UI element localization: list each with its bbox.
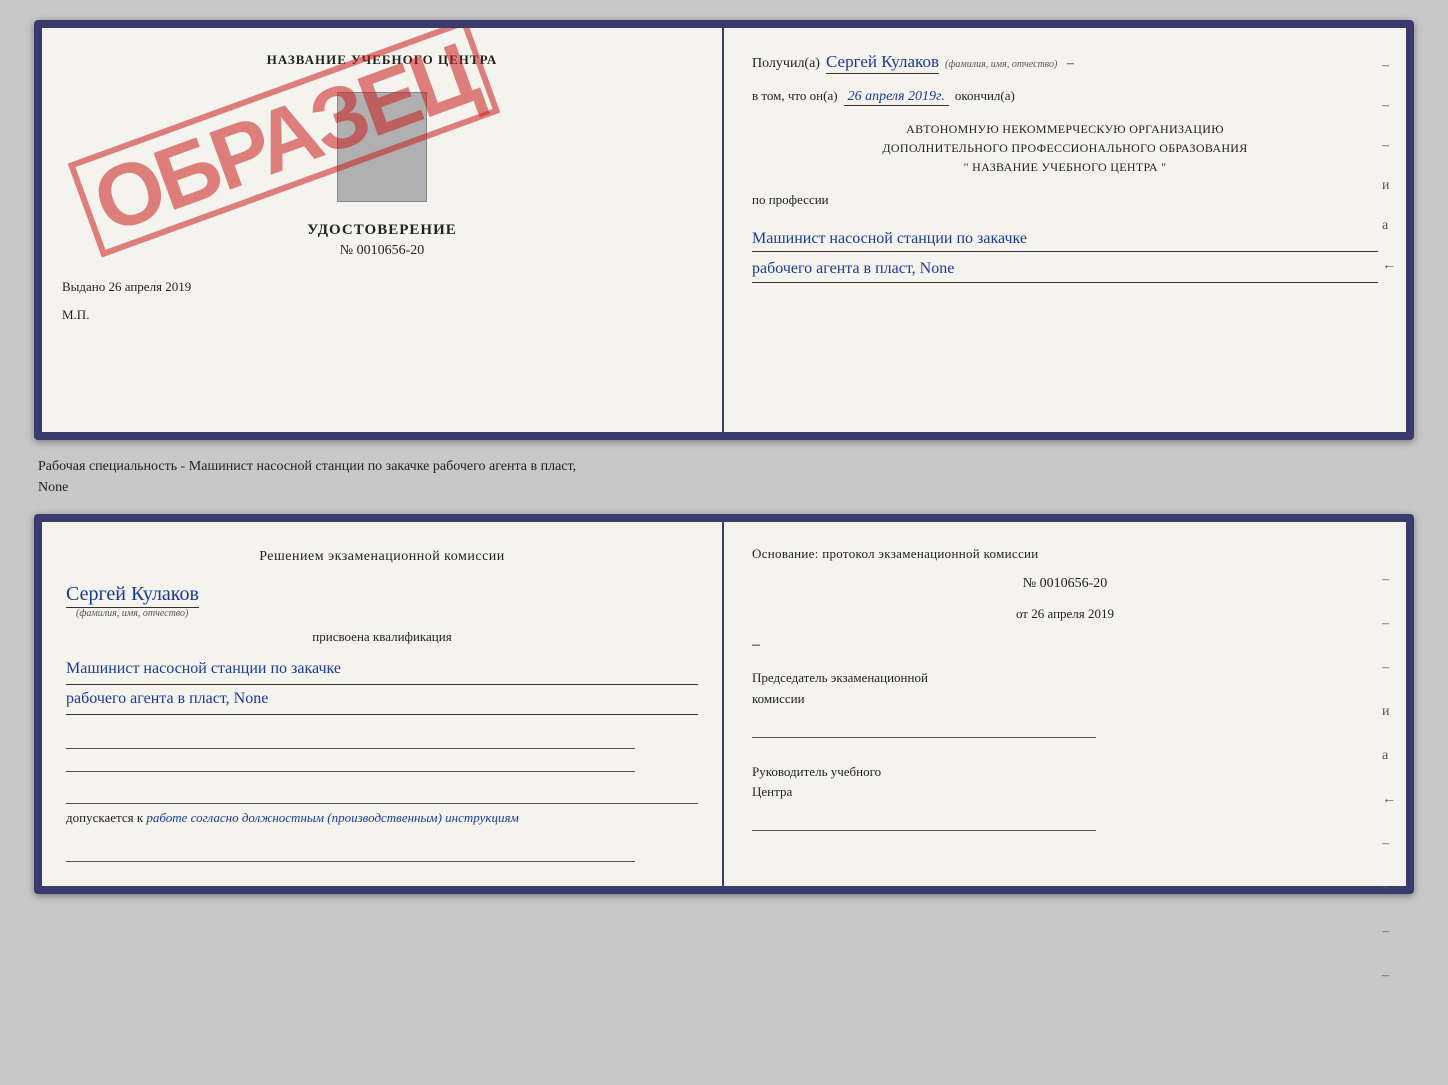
profession-line2: рабочего агента в пласт, None: [752, 256, 1378, 283]
photo-placeholder: [337, 92, 427, 202]
poluchil-subtitle: (фамилия, имя, отчество): [945, 59, 1057, 70]
predsedatel-line2: комиссии: [752, 689, 1378, 710]
protocol-number: № 0010656-20: [752, 576, 1378, 592]
blank-line-3: [66, 842, 635, 862]
rukovoditel-line2: Центра: [752, 782, 1378, 803]
vtom-date: 26 апреля 2019г.: [844, 89, 949, 106]
blank-line-1: [66, 729, 635, 749]
blank-lines: [66, 729, 698, 772]
right-dashes-bottom: – – – и а ← – – – –: [1382, 572, 1396, 984]
kvali-line1: Машинист насосной станции по закачке: [66, 655, 698, 685]
rukovoditel-line1: Руководитель учебного: [752, 762, 1378, 783]
reshen-text: Решением экзаменационной комиссии: [66, 546, 698, 567]
mp-line: М.П.: [62, 307, 89, 323]
org-line1: АВТОНОМНУЮ НЕКОММЕРЧЕСКУЮ ОРГАНИЗАЦИЮ: [752, 120, 1378, 139]
bottom-document: Решением экзаменационной комиссии Сергей…: [34, 514, 1414, 894]
bchar-i: и: [1382, 704, 1396, 720]
bottom-right-panel: Основание: протокол экзаменационной коми…: [724, 522, 1406, 886]
bottom-left-panel: Решением экзаменационной комиссии Сергей…: [42, 522, 724, 886]
dash-separator-bottom: –: [752, 636, 1378, 654]
middle-line1: Рабочая специальность - Машинист насосно…: [38, 459, 576, 474]
bdash-5: –: [1382, 880, 1396, 896]
poluchil-line: Получил(а) Сергей Кулаков (фамилия, имя,…: [752, 52, 1378, 74]
vtom-line: в том, что он(а) 26 апреля 2019г. окончи…: [752, 88, 1378, 106]
blank-line-2: [66, 752, 635, 772]
bdash-7: –: [1382, 968, 1396, 984]
osnovanie-text: Основание: протокол экзаменационной коми…: [752, 546, 1378, 562]
char-a: а: [1382, 218, 1396, 234]
vydano-line: Выдано 26 апреля 2019: [62, 279, 191, 303]
dopuskaetsya-block: допускается к работе согласно должностны…: [66, 803, 698, 826]
kvali-line2: рабочего агента в пласт, None: [66, 685, 698, 715]
org-line3: " НАЗВАНИЕ УЧЕБНОГО ЦЕНТРА ": [752, 158, 1378, 177]
ot-date-line: от 26 апреля 2019: [752, 606, 1378, 622]
bottom-name-subtitle: (фамилия, имя, отчество): [76, 608, 698, 619]
dash-2: –: [1382, 98, 1396, 114]
bdash-4: –: [1382, 836, 1396, 852]
dash-3: –: [1382, 138, 1396, 154]
top-left-title: НАЗВАНИЕ УЧЕБНОГО ЦЕНТРА: [267, 52, 498, 68]
predsedatel-line1: Председатель экзаменационной: [752, 668, 1378, 689]
dash-separator: –: [1063, 56, 1074, 72]
udostoverenie-block: УДОСТОВЕРЕНИЕ № 0010656-20: [307, 222, 457, 259]
middle-line2: None: [38, 480, 68, 495]
okonchil-label: окончил(а): [955, 88, 1015, 104]
udostoverenie-number: № 0010656-20: [307, 243, 457, 259]
profession-block: Машинист насосной станции по закачке раб…: [752, 222, 1378, 283]
prisvoena-text: присвоена квалификация: [66, 629, 698, 645]
predsedatel-block: Председатель экзаменационной комиссии: [752, 668, 1378, 738]
middle-text-section: Рабочая специальность - Машинист насосно…: [34, 456, 1414, 498]
org-line2: ДОПОЛНИТЕЛЬНОГО ПРОФЕССИОНАЛЬНОГО ОБРАЗО…: [752, 139, 1378, 158]
top-right-panel: Получил(а) Сергей Кулаков (фамилия, имя,…: [724, 28, 1406, 432]
bdash-3: –: [1382, 660, 1396, 676]
ot-date: 26 апреля 2019: [1031, 606, 1114, 621]
poluchil-name: Сергей Кулаков: [826, 52, 939, 74]
vtom-label: в том, что он(а): [752, 88, 838, 104]
dopuskaetsya-prefix: допускается к: [66, 810, 143, 825]
bchar-arrow: ←: [1382, 792, 1396, 808]
blank-lines-2: [66, 842, 698, 862]
udostoverenie-label: УДОСТОВЕРЕНИЕ: [307, 222, 457, 239]
bdash-1: –: [1382, 572, 1396, 588]
bottom-name-block: Сергей Кулаков (фамилия, имя, отчество): [66, 583, 698, 619]
char-arrow: ←: [1382, 258, 1396, 274]
char-i: и: [1382, 178, 1396, 194]
top-document: НАЗВАНИЕ УЧЕБНОГО ЦЕНТРА ОБРАЗЕЦ УДОСТОВ…: [34, 20, 1414, 440]
bchar-a: а: [1382, 748, 1396, 764]
po-professii-label: по профессии: [752, 192, 1378, 208]
profession-line1: Машинист насосной станции по закачке: [752, 226, 1378, 253]
dash-1: –: [1382, 58, 1396, 74]
right-side-dashes: – – – и а ←: [1382, 58, 1396, 274]
dopuskaetsya-text: работе согласно должностным (производств…: [146, 810, 518, 825]
bdash-6: –: [1382, 924, 1396, 940]
rukovoditel-block: Руководитель учебного Центра: [752, 762, 1378, 832]
kvali-block: Машинист насосной станции по закачке раб…: [66, 655, 698, 715]
ot-prefix: от: [1016, 606, 1028, 621]
poluchil-label: Получил(а): [752, 56, 820, 72]
top-left-panel: НАЗВАНИЕ УЧЕБНОГО ЦЕНТРА ОБРАЗЕЦ УДОСТОВ…: [42, 28, 724, 432]
rukovoditel-signature-line: [752, 807, 1096, 831]
org-block: АВТОНОМНУЮ НЕКОММЕРЧЕСКУЮ ОРГАНИЗАЦИЮ ДО…: [752, 120, 1378, 178]
bottom-name: Сергей Кулаков: [66, 583, 199, 608]
bdash-2: –: [1382, 616, 1396, 632]
predsedatel-signature-line: [752, 714, 1096, 738]
